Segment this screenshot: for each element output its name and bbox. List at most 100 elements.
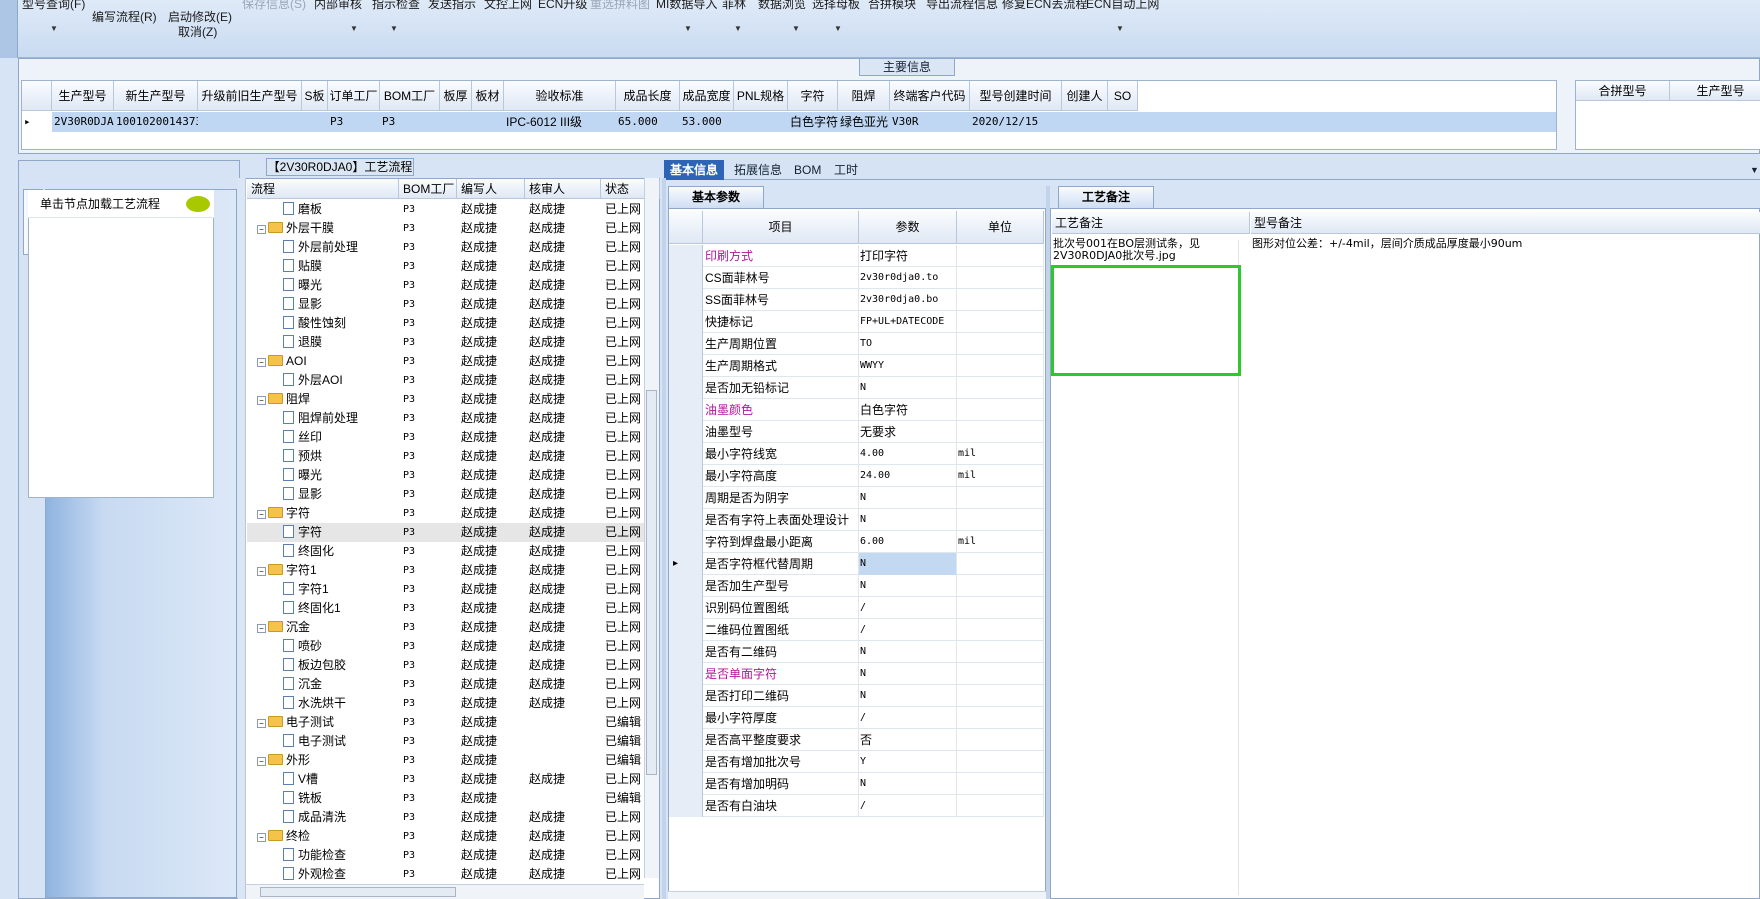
flow-step-cell[interactable]: − 电子测试 (257, 713, 399, 732)
flow-column-header[interactable]: 状态 (601, 179, 645, 199)
flow-row[interactable]: 外观检查 P3 赵成捷 赵成捷 已上网 (247, 865, 647, 884)
flow-row[interactable]: 阻焊前处理 P3 赵成捷 赵成捷 已上网 (247, 409, 647, 428)
flow-step-cell[interactable]: 字符1 (283, 580, 399, 599)
collapse-toggle-icon[interactable]: − (257, 757, 266, 766)
splitter-left[interactable] (662, 178, 666, 899)
table-cell[interactable]: IPC-6012 III级 (504, 112, 616, 132)
toolbar-button-8[interactable]: 文控上网 (484, 0, 532, 12)
flow-row[interactable]: 磨板 P3 赵成捷 赵成捷 已上网 (247, 200, 647, 219)
param-value-cell[interactable]: WWYY (859, 355, 957, 377)
toolbar-button-9[interactable]: ECN升级 (538, 0, 587, 12)
param-row[interactable]: ▸ 是否字符框代替周期 N (669, 553, 1044, 575)
flow-step-cell[interactable]: − AOI (257, 352, 399, 371)
param-row[interactable]: 最小字符线宽 4.00 mil (669, 443, 1044, 465)
column-header[interactable]: BOM工厂 (380, 81, 440, 111)
merge-column-header[interactable]: 合拼型号 (1576, 81, 1670, 101)
param-row[interactable]: 生产周期位置 TO (669, 333, 1044, 355)
table-cell[interactable]: 10010200143732 (114, 112, 198, 132)
flow-step-cell[interactable]: 贴膜 (283, 257, 399, 276)
param-value-cell[interactable]: 否 (859, 729, 957, 751)
flow-row[interactable]: 曝光 P3 赵成捷 赵成捷 已上网 (247, 466, 647, 485)
flow-step-cell[interactable]: − 字符 (257, 504, 399, 523)
param-row[interactable]: 是否有字符上表面处理设计 N (669, 509, 1044, 531)
splitter-right[interactable] (1046, 186, 1050, 899)
flow-row[interactable]: 电子测试 P3 赵成捷 已编辑 (247, 732, 647, 751)
param-value-cell[interactable]: / (859, 795, 957, 817)
flow-step-cell[interactable]: 功能检查 (283, 846, 399, 865)
column-header[interactable]: SO (1108, 81, 1138, 111)
params-column-header[interactable]: 单位 (957, 211, 1044, 244)
dropdown-arrow-icon[interactable]: ▼ (834, 24, 842, 33)
params-horizontal-scrollbar[interactable] (668, 891, 1046, 899)
table-cell[interactable]: 2V30R0DJA0 (52, 112, 114, 132)
table-cell[interactable] (198, 112, 302, 132)
table-cell[interactable]: P3 (328, 112, 380, 132)
collapse-toggle-icon[interactable]: − (257, 225, 266, 234)
param-row[interactable]: 周期是否为阴字 N (669, 487, 1044, 509)
column-header[interactable]: 阻焊 (838, 81, 890, 111)
dropdown-arrow-icon[interactable]: ▼ (684, 24, 692, 33)
param-row[interactable]: 是否有二维码 N (669, 641, 1044, 663)
table-cell[interactable]: V30R (890, 112, 970, 132)
column-header[interactable]: 成品长度 (616, 81, 680, 111)
table-cell[interactable]: P3 (380, 112, 440, 132)
flow-step-cell[interactable]: 外观检查 (283, 865, 399, 884)
param-row[interactable]: 字符到焊盘最小距离 6.00 mil (669, 531, 1044, 553)
flow-row[interactable]: 板边包胶 P3 赵成捷 赵成捷 已上网 (247, 656, 647, 675)
flow-step-cell[interactable]: − 字符1 (257, 561, 399, 580)
param-value-cell[interactable]: / (859, 619, 957, 641)
param-row[interactable]: 识别码位置图纸 / (669, 597, 1044, 619)
table-cell[interactable] (440, 112, 472, 132)
center-tab-1[interactable]: 拓展信息 (728, 160, 788, 180)
table-cell[interactable]: 65.000 (616, 112, 680, 132)
flow-row[interactable]: 水洗烘干 P3 赵成捷 赵成捷 已上网 (247, 694, 647, 713)
toolbar-button-16[interactable]: 导出流程信息 (926, 0, 998, 12)
table-cell[interactable]: 53.000 (680, 112, 734, 132)
flow-row[interactable]: 丝印 P3 赵成捷 赵成捷 已上网 (247, 428, 647, 447)
flow-row[interactable]: 显影 P3 赵成捷 赵成捷 已上网 (247, 295, 647, 314)
flow-row[interactable]: 贴膜 P3 赵成捷 赵成捷 已上网 (247, 257, 647, 276)
collapse-toggle-icon[interactable]: − (257, 719, 266, 728)
param-row[interactable]: 是否有增加批次号 Y (669, 751, 1044, 773)
dropdown-arrow-icon[interactable]: ▼ (1116, 24, 1124, 33)
collapse-toggle-icon[interactable]: − (257, 358, 266, 367)
flow-step-cell[interactable]: 退膜 (283, 333, 399, 352)
collapse-toggle-icon[interactable]: − (257, 567, 266, 576)
flow-step-cell[interactable]: 终固化 (283, 542, 399, 561)
model-note-text[interactable]: 图形对位公差：+/-4mil，层间介质成品厚度最小90um (1252, 238, 1752, 250)
flow-row[interactable]: − 字符 P3 赵成捷 赵成捷 已上网 (247, 504, 647, 523)
process-flow-grid[interactable]: 流程BOM工厂编写人核审人状态▲ 磨板P3赵成捷赵成捷已上网−外层干膜P3赵成捷… (238, 178, 660, 899)
flow-row[interactable]: − 电子测试 P3 赵成捷 已编辑 (247, 713, 647, 732)
flow-step-cell[interactable]: 板边包胶 (283, 656, 399, 675)
toolbar-button-6[interactable]: 指示检查 (372, 0, 420, 12)
param-row[interactable]: 是否单面字符 N (669, 663, 1044, 685)
flow-row[interactable]: 铣板 P3 赵成捷 已编辑 (247, 789, 647, 808)
flow-row[interactable]: − 字符1 P3 赵成捷 赵成捷 已上网 (247, 561, 647, 580)
flow-row[interactable]: 字符 P3 赵成捷 赵成捷 已上网 (247, 523, 647, 542)
collapse-toggle-icon[interactable]: − (257, 510, 266, 519)
flow-step-cell[interactable]: − 沉金 (257, 618, 399, 637)
toolbar-button-15[interactable]: 合拼模块 (868, 0, 916, 12)
toolbar-button-3[interactable]: 取消(Z) (178, 23, 217, 40)
toolbar-button-12[interactable]: 菲林 (722, 0, 746, 12)
flow-step-cell[interactable]: − 外形 (257, 751, 399, 770)
toolbar-button-17[interactable]: 修复ECN丢流程 (1002, 0, 1087, 12)
flow-row[interactable]: 显影 P3 赵成捷 赵成捷 已上网 (247, 485, 647, 504)
flow-step-cell[interactable]: 丝印 (283, 428, 399, 447)
flow-step-cell[interactable]: 酸性蚀刻 (283, 314, 399, 333)
flow-row[interactable]: 曝光 P3 赵成捷 赵成捷 已上网 (247, 276, 647, 295)
flow-step-cell[interactable]: 外层前处理 (283, 238, 399, 257)
flow-step-cell[interactable]: − 终检 (257, 827, 399, 846)
basic-params-grid[interactable]: 项目 参数 单位 印刷方式 打印字符 CS面菲林号 2v30r0dja0.to SS面菲林号… (668, 208, 1046, 899)
toolbar-button-7[interactable]: 发送指示 (428, 0, 476, 12)
flow-step-cell[interactable]: 终固化1 (283, 599, 399, 618)
column-header[interactable]: 板厚 (440, 81, 472, 111)
param-value-cell[interactable]: N (859, 509, 957, 531)
flow-row[interactable]: − 外形 P3 赵成捷 已编辑 (247, 751, 647, 770)
center-tab-0[interactable]: 基本信息 (664, 160, 725, 180)
table-cell[interactable] (1108, 112, 1138, 132)
params-column-header[interactable]: 参数 (859, 211, 957, 244)
dropdown-arrow-icon[interactable]: ▼ (734, 24, 742, 33)
flow-step-cell[interactable]: 成品清洗 (283, 808, 399, 827)
param-row[interactable]: 是否有增加明码 N (669, 773, 1044, 795)
